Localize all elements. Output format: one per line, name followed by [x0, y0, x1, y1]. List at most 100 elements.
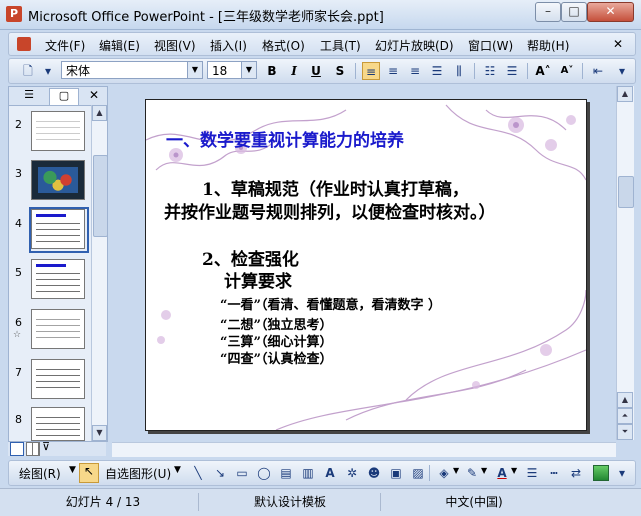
autoshapes-button[interactable]: 自选图形(U): [105, 465, 171, 482]
menu-file[interactable]: 文件(F): [45, 37, 85, 54]
menu-tools[interactable]: 工具(T): [320, 37, 361, 54]
align-center-icon[interactable]: ≡: [384, 62, 402, 80]
justify-icon[interactable]: ☰: [428, 62, 446, 80]
shadow-style-icon[interactable]: [593, 465, 609, 481]
slide-thumbnail-3[interactable]: [31, 160, 85, 200]
menu-insert[interactable]: 插入(I): [210, 37, 247, 54]
slide-vertical-scrollbar[interactable]: ▲ ▲ ⏶ ⏷: [616, 86, 634, 440]
vertical-textbox-icon[interactable]: ▥: [299, 464, 317, 482]
menu-format[interactable]: 格式(O): [262, 37, 305, 54]
italic-button[interactable]: I: [285, 62, 303, 80]
chevron-down-icon[interactable]: ▼: [241, 62, 256, 78]
rectangle-icon[interactable]: ▭: [233, 464, 251, 482]
font-name-select[interactable]: 宋体 ▼: [61, 61, 203, 79]
font-size-select[interactable]: 18 ▼: [207, 61, 257, 79]
oval-icon[interactable]: ◯: [255, 464, 273, 482]
document-icon[interactable]: [17, 37, 31, 51]
textbox-icon[interactable]: ▤: [277, 464, 295, 482]
slide-thumbnail-6[interactable]: [31, 309, 85, 349]
toolbar-options-icon[interactable]: ▾: [613, 62, 631, 80]
diagram-icon[interactable]: ✲: [343, 464, 361, 482]
line-style-icon[interactable]: ☰: [523, 464, 541, 482]
draw-menu-button[interactable]: 绘图(R): [19, 465, 61, 482]
chevron-down-icon[interactable]: ▼: [453, 466, 459, 475]
minimize-button[interactable]: –: [535, 2, 561, 22]
scroll-up-icon[interactable]: ▲: [617, 86, 633, 102]
previous-slide-icon[interactable]: ⏶: [617, 408, 633, 424]
align-left-icon[interactable]: ≡: [362, 62, 380, 80]
slide-canvas[interactable]: 一、数学要重视计算能力的培养 1、草稿规范（作业时认真打草稿， 并按作业题号规则…: [145, 99, 587, 431]
chevron-down-icon[interactable]: ▼: [174, 465, 181, 475]
decrease-font-icon[interactable]: A˅: [558, 62, 576, 80]
status-bar: 幻灯片 4 / 13 默认设计模板 中文(中国): [0, 488, 641, 516]
align-right-icon[interactable]: ≡: [406, 62, 424, 80]
indent-icon[interactable]: ⇤: [589, 62, 607, 80]
menu-slideshow[interactable]: 幻灯片放映(D): [375, 37, 454, 54]
next-slide-icon[interactable]: ⏷: [617, 424, 633, 440]
slide-sorter-icon[interactable]: [26, 442, 40, 456]
thumbnails-scrollbar[interactable]: ▲ ▼: [91, 105, 108, 441]
picture-icon[interactable]: ▣: [387, 464, 405, 482]
thumbnail-number: 2: [15, 118, 22, 131]
menu-help[interactable]: 帮助(H): [527, 37, 569, 54]
increase-font-icon[interactable]: A˄: [534, 62, 552, 80]
toolbar-options-icon[interactable]: ▾: [613, 464, 631, 482]
chevron-down-icon[interactable]: ▼: [69, 465, 76, 475]
close-button[interactable]: ✕: [587, 2, 634, 22]
shadow-button[interactable]: S: [331, 62, 349, 80]
scroll-thumb[interactable]: [93, 155, 108, 237]
font-color-icon[interactable]: A: [493, 464, 511, 482]
horizontal-scrollbar[interactable]: [112, 442, 616, 457]
slide-list-item[interactable]: “四查”（认真检查）: [220, 348, 332, 367]
scroll-up-icon[interactable]: ▲: [617, 392, 633, 408]
maximize-button[interactable]: □: [561, 2, 587, 22]
bullet-list-icon[interactable]: ☰: [503, 62, 521, 80]
slide-thumbnail-4[interactable]: [31, 209, 85, 249]
point-1-line-2[interactable]: 并按作业题号规则排列，以便检查时核对。）: [164, 198, 496, 223]
distribute-icon[interactable]: ⫼: [450, 62, 468, 80]
design-template: 默认设计模板: [200, 493, 381, 511]
slides-tab-icon[interactable]: ▢: [49, 88, 79, 105]
outline-tab-icon[interactable]: ☰: [15, 88, 43, 103]
point-1-line-1[interactable]: 1、草稿规范（作业时认真打草稿，: [202, 175, 469, 200]
slide-list-item[interactable]: “一看”（看清、看懂题意，看清数字 ）: [220, 294, 441, 313]
chevron-down-icon[interactable]: ▼: [187, 62, 202, 78]
normal-view-icon[interactable]: [10, 442, 24, 456]
slides-pane: ☰ ▢ ✕ 2 3 4 5 6 ☆ 7 8 ▲ ▼: [8, 86, 108, 442]
wordart-icon[interactable]: A: [321, 464, 339, 482]
slide-thumbnail-2[interactable]: [31, 111, 85, 151]
close-pane-icon[interactable]: ✕: [89, 88, 99, 102]
insert-picture-icon[interactable]: ▨: [409, 464, 427, 482]
new-document-icon[interactable]: 🗋: [19, 62, 37, 80]
arrow-icon[interactable]: ↘: [211, 464, 229, 482]
chevron-down-icon[interactable]: ▼: [511, 466, 517, 475]
language-indicator: 中文(中国): [445, 495, 503, 509]
numbered-list-icon[interactable]: ☷: [481, 62, 499, 80]
line-icon[interactable]: ╲: [189, 464, 207, 482]
menu-bar: 文件(F) 编辑(E) 视图(V) 插入(I) 格式(O) 工具(T) 幻灯片放…: [8, 32, 636, 56]
line-color-icon[interactable]: ✎: [463, 464, 481, 482]
slideshow-icon[interactable]: ⊽: [42, 440, 50, 453]
menu-edit[interactable]: 编辑(E): [99, 37, 140, 54]
fill-color-icon[interactable]: ◈: [435, 464, 453, 482]
scroll-up-icon[interactable]: ▲: [92, 105, 107, 121]
slide-heading[interactable]: 一、数学要重视计算能力的培养: [166, 126, 404, 151]
dash-style-icon[interactable]: ┅: [545, 464, 563, 482]
select-objects-icon[interactable]: ↖: [79, 463, 99, 483]
underline-button[interactable]: U: [307, 62, 325, 80]
slide-thumbnail-8[interactable]: [31, 407, 85, 441]
slide-thumbnail-5[interactable]: [31, 259, 85, 299]
bold-button[interactable]: B: [263, 62, 281, 80]
menu-window[interactable]: 窗口(W): [468, 37, 513, 54]
scroll-thumb[interactable]: [618, 176, 634, 208]
slide-thumbnail-7[interactable]: [31, 359, 85, 399]
toolbar-options-icon[interactable]: ▾: [39, 62, 57, 80]
thumbnail-number: 8: [15, 413, 22, 426]
clipart-icon[interactable]: ☻: [365, 464, 383, 482]
scroll-down-icon[interactable]: ▼: [92, 425, 107, 441]
point-2-subheading[interactable]: 计算要求: [224, 267, 292, 292]
arrow-style-icon[interactable]: ⇄: [567, 464, 585, 482]
close-document-icon[interactable]: ✕: [613, 37, 623, 51]
menu-view[interactable]: 视图(V): [154, 37, 196, 54]
chevron-down-icon[interactable]: ▼: [481, 466, 487, 475]
